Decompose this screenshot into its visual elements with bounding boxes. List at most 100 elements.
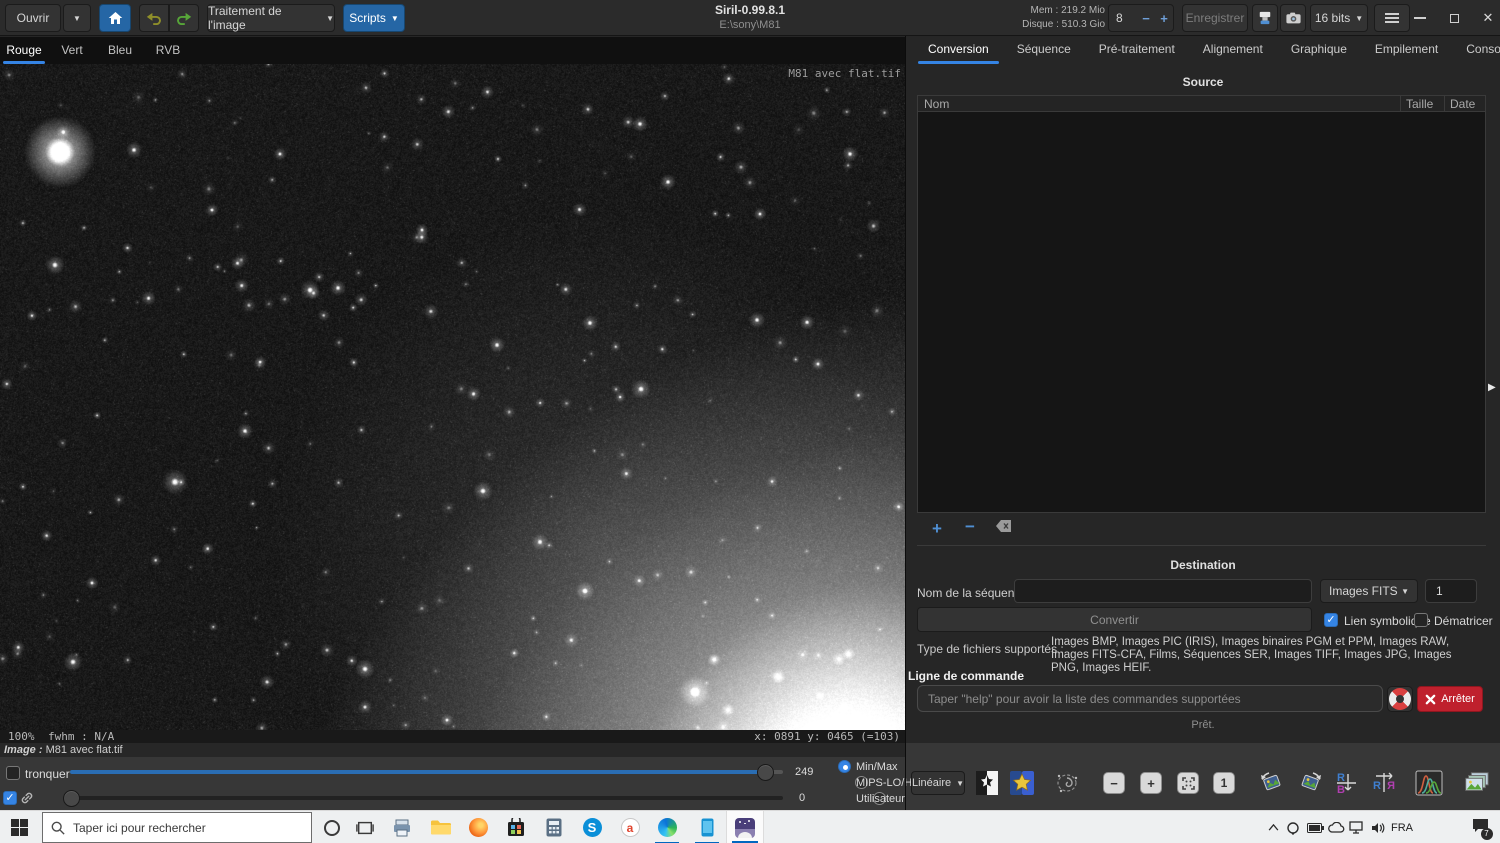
tab-graphique[interactable]: Graphique <box>1277 37 1361 63</box>
taskbar-app-store[interactable] <box>499 811 533 843</box>
tab-bleu[interactable]: Bleu <box>96 37 144 64</box>
zoom-fit-button[interactable] <box>1174 769 1202 797</box>
rotate-right-icon <box>1297 770 1323 796</box>
header-bar: Ouvrir ▼ Traitement de l'image ▼ <box>0 0 1500 36</box>
bitdepth-dropdown[interactable]: 16 bits ▼ <box>1310 4 1368 32</box>
column-date[interactable]: Date <box>1445 96 1485 111</box>
lifebuoy-icon <box>1389 688 1411 710</box>
zoom-spinner[interactable]: 8 − + <box>1108 4 1174 32</box>
truncate-checkbox[interactable] <box>6 766 20 780</box>
column-taille[interactable]: Taille <box>1401 96 1444 111</box>
spinner-plus-button[interactable]: + <box>1155 11 1173 26</box>
save-button[interactable]: Enregistrer <box>1182 4 1248 32</box>
star-detection-button[interactable] <box>1008 769 1036 797</box>
sequence-name-field[interactable] <box>1014 579 1312 603</box>
debayer-checkbox[interactable] <box>1414 613 1428 627</box>
taskbar-app-explorer[interactable] <box>423 811 457 843</box>
tray-language[interactable]: FRA <box>1387 811 1417 843</box>
symlink-checkbox[interactable]: ✓ <box>1324 613 1338 627</box>
chevron-down-icon: ▼ <box>956 780 964 788</box>
column-nom[interactable]: Nom <box>918 96 1400 111</box>
tab-sequence[interactable]: Séquence <box>1003 37 1085 63</box>
link-sliders-checkbox[interactable]: ✓ <box>3 791 17 805</box>
redo-button[interactable] <box>169 4 199 32</box>
add-files-button[interactable]: + <box>928 519 946 537</box>
close-button[interactable]: ✕ <box>1466 0 1500 36</box>
image-canvas-area[interactable]: M81 avec flat.tif <box>0 64 906 730</box>
tab-rouge[interactable]: Rouge <box>0 37 48 64</box>
tray-update-icon[interactable] <box>1282 811 1304 843</box>
display-controls-strip: tronquer 249 ✓ 0 Min/Max MIPS-LO/HI Util… <box>0 757 1500 810</box>
image-processing-menu-button[interactable]: Traitement de l'image ▼ <box>207 4 335 32</box>
zoom-100-button[interactable]: 1 <box>1210 769 1238 797</box>
zoom-100-icon: 1 <box>1213 772 1235 794</box>
taskbar-app-skype[interactable]: S <box>575 811 609 843</box>
taskbar-app-printer[interactable] <box>385 811 419 843</box>
background-extraction-button[interactable] <box>1053 769 1081 797</box>
close-icon: ✕ <box>1483 10 1494 26</box>
taskbar-app-calculator[interactable] <box>537 811 571 843</box>
clear-list-button[interactable] <box>996 519 1012 537</box>
convert-button[interactable]: Convertir <box>917 607 1312 632</box>
cortana-button[interactable] <box>315 811 349 843</box>
save-as-button[interactable] <box>1252 4 1278 32</box>
undo-button[interactable] <box>139 4 169 32</box>
action-center-button[interactable]: 7 <box>1465 811 1495 843</box>
zoom-spinner-value: 8 <box>1109 11 1137 25</box>
taskbar-app-a[interactable]: a <box>613 811 647 843</box>
taskbar-search[interactable]: Taper ici pour rechercher <box>42 812 312 843</box>
taskbar-app-firefox[interactable] <box>461 811 495 843</box>
open-button[interactable]: Ouvrir <box>5 4 61 32</box>
tab-alignement[interactable]: Alignement <box>1189 37 1277 63</box>
image-list-button[interactable] <box>1462 769 1490 797</box>
scripts-menu-button[interactable]: Scripts ▼ <box>343 4 405 32</box>
hi-slider-track[interactable] <box>70 770 765 774</box>
open-dropdown-button[interactable]: ▼ <box>63 4 91 32</box>
open-button-label: Ouvrir <box>17 11 50 25</box>
command-input[interactable] <box>917 685 1383 712</box>
hi-slider-handle[interactable] <box>757 764 774 781</box>
minmax-radio[interactable] <box>838 760 851 773</box>
windows-logo-icon <box>11 819 28 836</box>
command-help-button[interactable] <box>1387 686 1413 712</box>
lo-slider-track[interactable] <box>70 796 783 800</box>
mirror-y-button[interactable]: R R <box>1370 769 1398 797</box>
search-icon <box>51 821 65 835</box>
start-index-spinner[interactable]: 1 <box>1425 579 1477 603</box>
rotate-left-button[interactable] <box>1258 769 1286 797</box>
start-button[interactable] <box>2 811 36 843</box>
task-view-button[interactable] <box>348 811 382 843</box>
home-button[interactable] <box>99 4 131 32</box>
mirror-x-button[interactable]: R B <box>1333 769 1361 797</box>
scale-mode-dropdown[interactable]: Linéaire ▼ <box>911 771 965 795</box>
a-app-icon: a <box>621 818 640 837</box>
tab-conversion[interactable]: Conversion <box>914 37 1003 63</box>
remove-files-button[interactable]: − <box>961 517 979 535</box>
snapshot-button[interactable] <box>1280 4 1306 32</box>
rotate-right-button[interactable] <box>1296 769 1324 797</box>
astro-image[interactable] <box>0 64 906 730</box>
taskbar-app-siril-active[interactable] <box>726 811 764 843</box>
stop-button[interactable]: Arrêter <box>1417 686 1483 712</box>
taskbar-app-edge[interactable] <box>650 811 684 843</box>
panel-expander-arrow[interactable]: ▶ <box>1488 380 1498 396</box>
zoom-in-button[interactable]: + <box>1137 769 1165 797</box>
format-dropdown[interactable]: Images FITS ▼ <box>1320 579 1418 603</box>
taskbar-app-yourphone[interactable] <box>690 811 724 843</box>
histogram-button[interactable] <box>1415 769 1443 797</box>
tray-chevron[interactable] <box>1262 811 1284 843</box>
network-icon <box>1349 821 1365 834</box>
tab-pretraitement[interactable]: Pré-traitement <box>1085 37 1189 63</box>
zoom-readout: 100% <box>8 730 35 743</box>
tab-rvb[interactable]: RVB <box>144 37 192 64</box>
tab-vert[interactable]: Vert <box>48 37 96 64</box>
tab-console[interactable]: Console <box>1452 37 1500 63</box>
negative-view-button[interactable] <box>973 769 1001 797</box>
source-file-list[interactable] <box>917 112 1486 513</box>
minmax-label: Min/Max <box>856 761 898 773</box>
zoom-out-button[interactable]: − <box>1100 769 1128 797</box>
lo-slider-handle[interactable] <box>63 790 80 807</box>
tab-empilement[interactable]: Empilement <box>1361 37 1452 63</box>
spinner-minus-button[interactable]: − <box>1137 11 1155 26</box>
sequence-name-input[interactable] <box>1015 580 1311 602</box>
